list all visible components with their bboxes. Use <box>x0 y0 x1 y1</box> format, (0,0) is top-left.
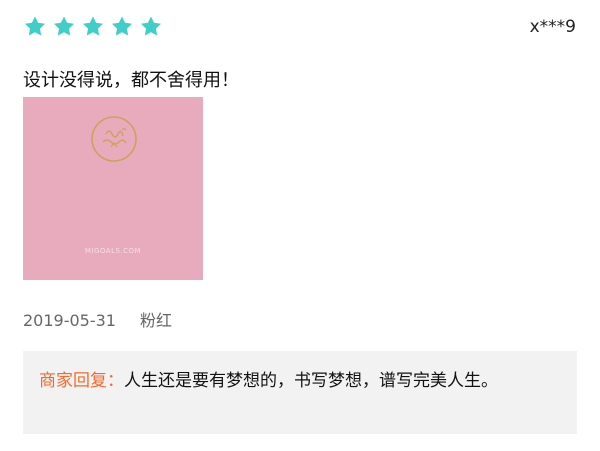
star-icon <box>23 15 47 39</box>
star-icon <box>52 15 76 39</box>
review-date: 2019-05-31 <box>23 311 116 330</box>
review-photo[interactable]: MIGOALS.COM <box>23 97 203 280</box>
review-meta: 2019-05-31 粉红 <box>23 307 172 331</box>
merchant-reply-box: 商家回复：人生还是要有梦想的，书写梦想，谱写完美人生。 <box>23 351 577 434</box>
review-text: 设计没得说，都不舍得用！ <box>23 70 239 91</box>
merchant-reply-label: 商家回复： <box>39 371 124 391</box>
photo-brand-text: MIGOALS.COM <box>84 247 142 255</box>
rating-stars <box>23 15 163 39</box>
reviewer-username: x***9 <box>529 17 576 37</box>
star-icon <box>110 15 134 39</box>
merchant-reply-text: 人生还是要有梦想的，书写梦想，谱写完美人生。 <box>124 371 498 391</box>
star-icon <box>81 15 105 39</box>
star-icon <box>139 15 163 39</box>
product-variant: 粉红 <box>139 311 172 330</box>
brand-logo-icon <box>91 116 137 162</box>
